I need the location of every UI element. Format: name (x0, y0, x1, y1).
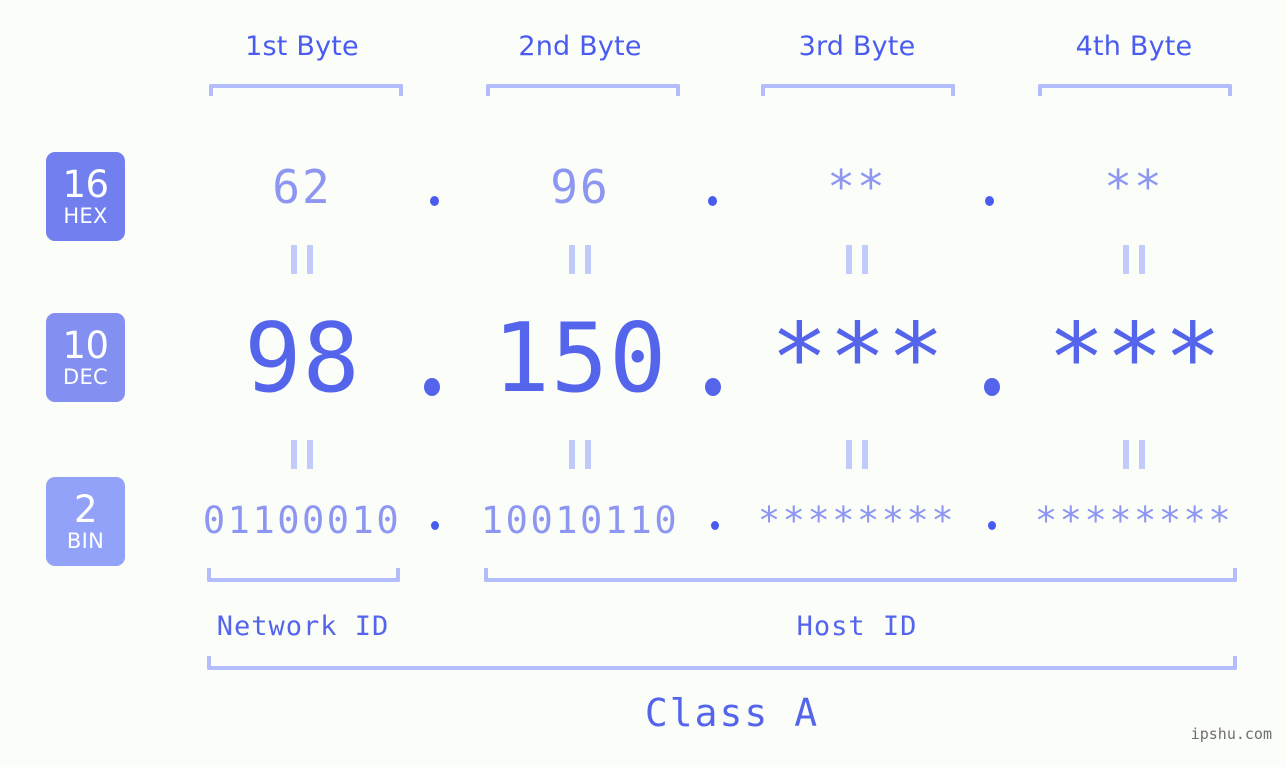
bin-separator-dot-2 (711, 521, 719, 530)
hex-byte-4: ** (1104, 160, 1164, 214)
equals-marker-dec-bin-2 (569, 440, 591, 469)
network-id-bracket (207, 568, 400, 582)
dec-byte-1: 98 (244, 304, 361, 414)
byte-header-1: 1st Byte (245, 31, 359, 62)
network-id-label: Network ID (216, 611, 390, 642)
ip-byte-breakdown-diagram: 1st Byte 2nd Byte 3rd Byte 4th Byte 16 H… (0, 0, 1285, 767)
base-badge-dec: 10 DEC (46, 313, 125, 402)
dec-separator-dot-3 (984, 378, 1000, 396)
bin-byte-4: ******** (1034, 499, 1234, 542)
equals-marker-dec-bin-1 (291, 440, 313, 469)
base-badge-dec-name: DEC (62, 365, 108, 389)
bin-separator-dot-3 (988, 521, 996, 530)
hex-byte-2: 96 (550, 160, 610, 214)
base-badge-hex-number: 16 (62, 163, 109, 206)
base-badge-bin-number: 2 (73, 488, 98, 531)
bin-separator-dot-1 (431, 521, 439, 530)
byte-bracket-top-2 (486, 84, 680, 96)
hex-byte-1: 62 (272, 160, 332, 214)
class-bracket (207, 656, 1237, 670)
base-badge-dec-number: 10 (62, 324, 109, 367)
hex-separator-dot-3 (985, 196, 994, 206)
base-badge-bin: 2 BIN (46, 477, 125, 566)
dec-byte-2: 150 (492, 304, 668, 414)
dec-separator-dot-2 (705, 378, 721, 396)
equals-marker-hex-dec-4 (1123, 245, 1145, 274)
hex-separator-dot-2 (708, 196, 717, 206)
byte-bracket-top-1 (209, 84, 403, 96)
hex-byte-3: ** (827, 160, 887, 214)
host-id-label: Host ID (796, 611, 918, 642)
class-label: Class A (644, 691, 820, 735)
byte-bracket-top-3 (761, 84, 955, 96)
bin-byte-3: ******** (757, 499, 957, 542)
host-id-bracket (484, 568, 1237, 582)
equals-marker-hex-dec-2 (569, 245, 591, 274)
byte-header-2: 2nd Byte (518, 31, 642, 62)
dec-byte-4: *** (1047, 304, 1223, 414)
bin-byte-1: 01100010 (202, 499, 402, 542)
base-badge-hex: 16 HEX (46, 152, 125, 241)
hex-separator-dot-1 (430, 196, 439, 206)
byte-header-4: 4th Byte (1075, 31, 1193, 62)
site-watermark: ipshu.com (1190, 725, 1272, 743)
equals-marker-dec-bin-4 (1123, 440, 1145, 469)
base-badge-hex-name: HEX (63, 204, 108, 228)
equals-marker-hex-dec-3 (846, 245, 868, 274)
byte-bracket-top-4 (1038, 84, 1232, 96)
byte-header-3: 3rd Byte (798, 31, 916, 62)
bin-byte-2: 10010110 (480, 499, 680, 542)
equals-marker-dec-bin-3 (846, 440, 868, 469)
base-badge-bin-name: BIN (66, 529, 105, 553)
dec-byte-3: *** (770, 304, 946, 414)
dec-separator-dot-1 (424, 378, 440, 396)
equals-marker-hex-dec-1 (291, 245, 313, 274)
